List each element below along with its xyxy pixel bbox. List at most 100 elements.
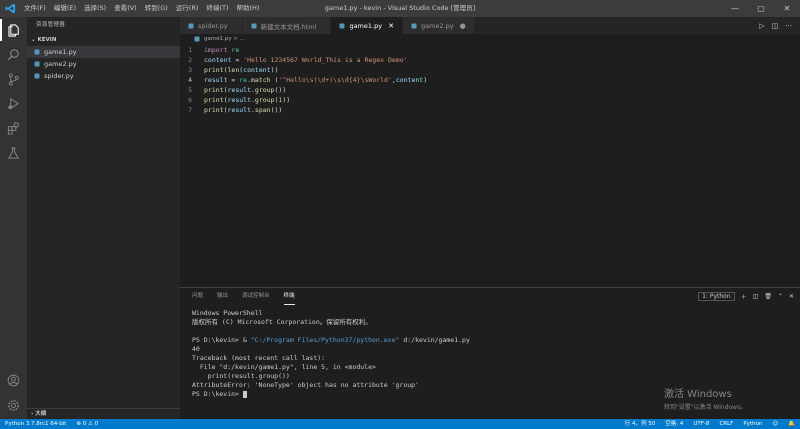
code-token: print bbox=[204, 96, 224, 104]
terminal-selector[interactable]: 1: Python bbox=[698, 292, 735, 301]
activity-bar bbox=[0, 17, 27, 419]
workspace-folder-name: KEVIN bbox=[37, 37, 57, 43]
terminal-cursor bbox=[242, 390, 247, 398]
menu-item[interactable]: 文件(F) bbox=[20, 0, 50, 17]
terminal-token: File "d:/kevin/game1.py", line 5, in <mo… bbox=[192, 363, 376, 371]
menu-item[interactable]: 运行(R) bbox=[172, 0, 203, 17]
window-controls: — ▢ ✕ bbox=[722, 0, 800, 17]
indentation[interactable]: 空格: 4 bbox=[660, 419, 688, 429]
terminal-line: Windows PowerShell bbox=[192, 309, 788, 318]
menu-item[interactable]: 选择(S) bbox=[80, 0, 110, 17]
feedback-icon[interactable]: ☺ bbox=[767, 419, 783, 429]
code-token: result bbox=[227, 96, 251, 104]
close-button[interactable]: ✕ bbox=[774, 0, 800, 17]
new-terminal-icon[interactable]: ＋ bbox=[741, 292, 747, 301]
menu-item[interactable]: 编辑(E) bbox=[50, 0, 80, 17]
code-token: print bbox=[204, 66, 224, 74]
problems-count[interactable]: ⊗ 0 ⚠ 0 bbox=[71, 419, 103, 429]
terminal-output[interactable]: Windows PowerShell 版权所有 (C) Microsoft Cor… bbox=[180, 305, 800, 403]
code-line: 2 content = 'Hello 1234567 World_This is … bbox=[180, 55, 800, 65]
split-terminal-icon[interactable]: ◫ bbox=[753, 293, 759, 300]
python-interpreter[interactable]: Python 3.7.8rc1 64-bit bbox=[0, 419, 71, 429]
panel-tab[interactable]: 终端 bbox=[283, 288, 295, 305]
end-of-line[interactable]: CRLF bbox=[714, 419, 738, 429]
file-tree-item[interactable]: game1.py bbox=[27, 46, 180, 58]
workspace-folder-header[interactable]: ⌄ KEVIN bbox=[27, 34, 180, 46]
language-mode[interactable]: Python bbox=[738, 419, 767, 429]
bottom-panel: 问题 输出 调试控制台 终端 1: Python ＋ ◫ 🗑 ⌃ ✕ Windows … bbox=[180, 287, 800, 419]
terminal-line: print(result.group()) bbox=[192, 372, 788, 381]
split-editor-icon[interactable]: ◫ bbox=[772, 22, 779, 30]
editor-tab[interactable]: game1.py ✕ bbox=[331, 17, 403, 34]
source-control-icon[interactable] bbox=[0, 68, 27, 90]
encoding[interactable]: UTF-8 bbox=[688, 419, 714, 429]
code-line: 5 print(result.group()) bbox=[180, 85, 800, 95]
maximize-panel-icon[interactable]: ⌃ bbox=[778, 293, 783, 300]
panel-tab[interactable]: 调试控制台 bbox=[242, 288, 270, 305]
terminal-token: PS D:\kevin> & bbox=[192, 336, 251, 344]
editor-tab[interactable]: 新建文本文档.html bbox=[242, 17, 332, 34]
menu-item[interactable]: 终端(T) bbox=[202, 0, 232, 17]
settings-gear-icon[interactable] bbox=[0, 394, 27, 416]
breadcrumb[interactable]: game1.py > ... bbox=[180, 34, 800, 44]
code-token: len bbox=[227, 66, 240, 74]
file-tree-item[interactable]: game2.py bbox=[27, 58, 180, 70]
terminal-token: Windows PowerShell bbox=[192, 309, 263, 317]
outline-section[interactable]: › 大纲 bbox=[27, 408, 180, 419]
code-token: print bbox=[204, 86, 224, 94]
close-icon[interactable]: ✕ bbox=[388, 22, 394, 30]
code-token: result bbox=[227, 86, 251, 94]
testing-flask-icon[interactable] bbox=[0, 142, 27, 164]
terminal-line: 40 bbox=[192, 345, 788, 354]
title-bar: 文件(F) 编辑(E) 选择(S) 查看(V) 转到(G) 运行(R) 终端(T) 帮助(H)… bbox=[0, 0, 800, 17]
explorer-icon[interactable] bbox=[0, 19, 27, 41]
terminal-line: AttributeError: 'NoneType' object has no… bbox=[192, 381, 788, 390]
terminal-token: "C:/Program Files/Python37/python.exe" bbox=[250, 336, 400, 344]
file-tree-item[interactable]: spider.py bbox=[27, 70, 180, 82]
code-text: result = re.match ('^Hello\s(\d+)\s\d{4}… bbox=[204, 75, 427, 85]
code-token: '^Hello\s(\d+)\s\d{4}\sWorld' bbox=[278, 76, 392, 84]
line-number: 6 bbox=[188, 96, 192, 104]
code-token: result bbox=[227, 106, 251, 114]
code-token: ) bbox=[423, 76, 428, 84]
account-icon[interactable] bbox=[0, 369, 27, 391]
editor-tab[interactable]: spider.py bbox=[180, 17, 243, 34]
close-panel-icon[interactable]: ✕ bbox=[789, 293, 794, 300]
tab-label: game2.py bbox=[420, 21, 454, 30]
code-text: print(result.group(1)) bbox=[204, 95, 290, 105]
panel-tab[interactable]: 输出 bbox=[217, 288, 228, 305]
extensions-icon[interactable] bbox=[0, 117, 27, 139]
panel-tab-list: 问题 输出 调试控制台 终端 bbox=[192, 288, 309, 305]
terminal-token: Traceback (most recent call last): bbox=[192, 354, 326, 362]
outline-label: 大纲 bbox=[35, 411, 47, 417]
code-line: 7 print(result.span()) bbox=[180, 105, 800, 115]
more-actions-icon[interactable]: ··· bbox=[785, 22, 792, 30]
sidebar-title: 资源管理器 bbox=[36, 22, 66, 28]
search-icon[interactable] bbox=[0, 43, 27, 65]
kill-terminal-icon[interactable]: 🗑 bbox=[764, 293, 772, 300]
tab-list: spider.py 新建文本文档.html game1.py ✕ game2.py ● bbox=[180, 17, 475, 34]
status-bar: Python 3.7.8rc1 64-bit ⊗ 0 ⚠ 0 行 4，列 50 … bbox=[0, 419, 800, 429]
terminal-line: 版权所有 (C) Microsoft Corporation。保留所有权利。 bbox=[192, 318, 788, 327]
code-token: = bbox=[231, 56, 244, 64]
terminal-line: File "d:/kevin/game1.py", line 5, in <mo… bbox=[192, 363, 788, 372]
menu-item[interactable]: 查看(V) bbox=[110, 0, 141, 17]
terminal-token: PS D:\kevin> bbox=[192, 390, 243, 398]
run-file-icon[interactable]: ▷ bbox=[759, 22, 764, 30]
panel-tab[interactable]: 问题 bbox=[192, 288, 203, 305]
menu-item[interactable]: 转到(G) bbox=[141, 0, 172, 17]
unsaved-dot-icon[interactable]: ● bbox=[460, 22, 466, 30]
terminal-token: d:/kevin/game1.py bbox=[399, 336, 470, 344]
notifications-bell-icon[interactable]: 🔔 bbox=[783, 419, 800, 429]
line-number: 1 bbox=[188, 46, 192, 54]
code-editor[interactable]: 1 import re 2 content = 'Hello 1234567 Worl… bbox=[180, 44, 800, 115]
menu-item[interactable]: 帮助(H) bbox=[232, 0, 263, 17]
code-token: span bbox=[254, 106, 271, 114]
minimize-button[interactable]: — bbox=[722, 0, 748, 17]
line-number: 4 bbox=[188, 76, 192, 84]
tab-label: game1.py bbox=[349, 21, 383, 30]
maximize-button[interactable]: ▢ bbox=[748, 0, 774, 17]
run-debug-icon[interactable] bbox=[0, 92, 27, 114]
editor-tab[interactable]: game2.py ● bbox=[402, 17, 475, 34]
cursor-position[interactable]: 行 4，列 50 bbox=[620, 419, 661, 429]
